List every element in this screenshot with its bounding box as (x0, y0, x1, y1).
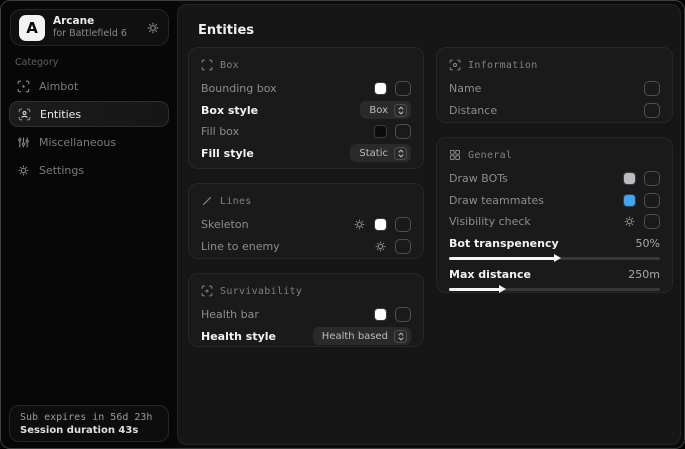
app-settings-icon[interactable] (146, 21, 160, 35)
draw-bots-checkbox[interactable] (644, 171, 660, 186)
fill-box-checkbox[interactable] (395, 124, 411, 139)
sidebar-item-settings[interactable]: Settings (9, 157, 169, 183)
line-config-gear-icon[interactable] (374, 240, 387, 253)
fill-style-dropdown[interactable]: Static (350, 144, 411, 162)
setting-row-line-to-enemy: Line to enemy (201, 236, 411, 258)
draw-teammates-checkbox[interactable] (644, 193, 660, 208)
category-label: Category (15, 57, 58, 68)
skeleton-config-gear-icon[interactable] (353, 218, 366, 231)
main-content: Entities Box Bounding box Box style (177, 4, 681, 445)
information-icon (449, 59, 461, 71)
bot-transparency-slider[interactable] (449, 257, 660, 260)
setting-row-draw-teammates: Draw teammates (449, 190, 660, 212)
chevron-up-down-icon (394, 330, 407, 343)
color-swatch[interactable] (623, 172, 636, 185)
color-swatch[interactable] (374, 308, 387, 321)
bot-transparency-slider-group: Bot transpenency 50% (449, 236, 660, 260)
setting-row-bounding-box: Bounding box (201, 78, 411, 100)
setting-row-distance: Distance (449, 100, 660, 122)
slider-value: 50% (636, 237, 660, 250)
bounding-box-checkbox[interactable] (395, 81, 411, 96)
survivability-icon (201, 285, 213, 297)
color-swatch[interactable] (374, 125, 387, 138)
line-to-enemy-checkbox[interactable] (395, 239, 411, 254)
sidebar-item-label: Miscellaneous (39, 136, 116, 149)
sidebar-item-entities[interactable]: Entities (9, 101, 169, 127)
sliders-icon (17, 136, 30, 149)
app-logo: A (19, 15, 45, 41)
app-name: Arcane (53, 15, 127, 28)
app-header-card: A Arcane for Battlefield 6 (10, 9, 169, 46)
distance-checkbox[interactable] (644, 103, 660, 118)
sidebar-item-label: Settings (39, 164, 84, 177)
panel-title: Information (468, 60, 538, 71)
sidebar-item-miscellaneous[interactable]: Miscellaneous (9, 129, 169, 155)
panel-survivability: Survivability Health bar Health style He… (188, 273, 424, 347)
sidebar-item-label: Entities (40, 108, 81, 121)
name-checkbox[interactable] (644, 81, 660, 96)
subscription-card: Sub expires in 56d 23h Session duration … (9, 405, 169, 442)
app-window: A Arcane for Battlefield 6 Category Aimb… (0, 0, 685, 449)
setting-row-visibility-check: Visibility check (449, 211, 660, 233)
crosshair-icon (17, 80, 30, 93)
sidebar-item-aimbot[interactable]: Aimbot (9, 73, 169, 99)
panel-title: General (468, 150, 512, 161)
sub-expiry-text: Sub expires in 56d 23h (20, 412, 158, 423)
panel-title: Lines (220, 196, 252, 207)
visibility-config-gear-icon[interactable] (623, 215, 636, 228)
box-style-dropdown[interactable]: Box (360, 101, 411, 119)
health-bar-checkbox[interactable] (395, 307, 411, 322)
color-swatch[interactable] (374, 82, 387, 95)
max-distance-slider-group: Max distance 250m (449, 267, 660, 291)
sidebar: A Arcane for Battlefield 6 Category Aimb… (1, 1, 177, 448)
sidebar-item-label: Aimbot (39, 80, 78, 93)
grid-icon (449, 149, 461, 161)
panel-general: General Draw BOTs Draw teammates Visibil… (436, 137, 673, 293)
slider-value: 250m (628, 268, 660, 281)
setting-row-skeleton: Skeleton (201, 214, 411, 236)
slider-thumb[interactable] (499, 285, 506, 293)
panel-box: Box Bounding box Box style Box (188, 47, 424, 169)
gear-icon (17, 164, 30, 177)
color-swatch[interactable] (623, 194, 636, 207)
max-distance-slider[interactable] (449, 288, 660, 291)
visibility-check-checkbox[interactable] (644, 214, 660, 229)
box-icon (201, 59, 213, 71)
setting-row-health-style: Health style Health based (201, 326, 411, 348)
entity-scan-icon (18, 108, 31, 121)
skeleton-checkbox[interactable] (395, 217, 411, 232)
health-style-dropdown[interactable]: Health based (313, 327, 411, 345)
chevron-up-down-icon (394, 147, 407, 160)
setting-row-box-style: Box style Box (201, 100, 411, 122)
panel-lines: Lines Skeleton Line to enemy (188, 183, 424, 259)
chevron-up-down-icon (394, 104, 407, 117)
session-duration-text: Session duration 43s (20, 425, 158, 436)
panel-title: Box (220, 60, 239, 71)
slider-thumb[interactable] (554, 254, 561, 262)
line-icon (201, 195, 213, 207)
setting-row-fill-box: Fill box (201, 121, 411, 143)
panel-title: Survivability (220, 286, 302, 297)
panel-information: Information Name Distance (436, 47, 673, 123)
color-swatch[interactable] (374, 218, 387, 231)
setting-row-draw-bots: Draw BOTs (449, 168, 660, 190)
page-title: Entities (198, 23, 254, 38)
setting-row-health-bar: Health bar (201, 304, 411, 326)
app-subtitle: for Battlefield 6 (53, 28, 127, 40)
setting-row-fill-style: Fill style Static (201, 143, 411, 165)
setting-row-name: Name (449, 78, 660, 100)
